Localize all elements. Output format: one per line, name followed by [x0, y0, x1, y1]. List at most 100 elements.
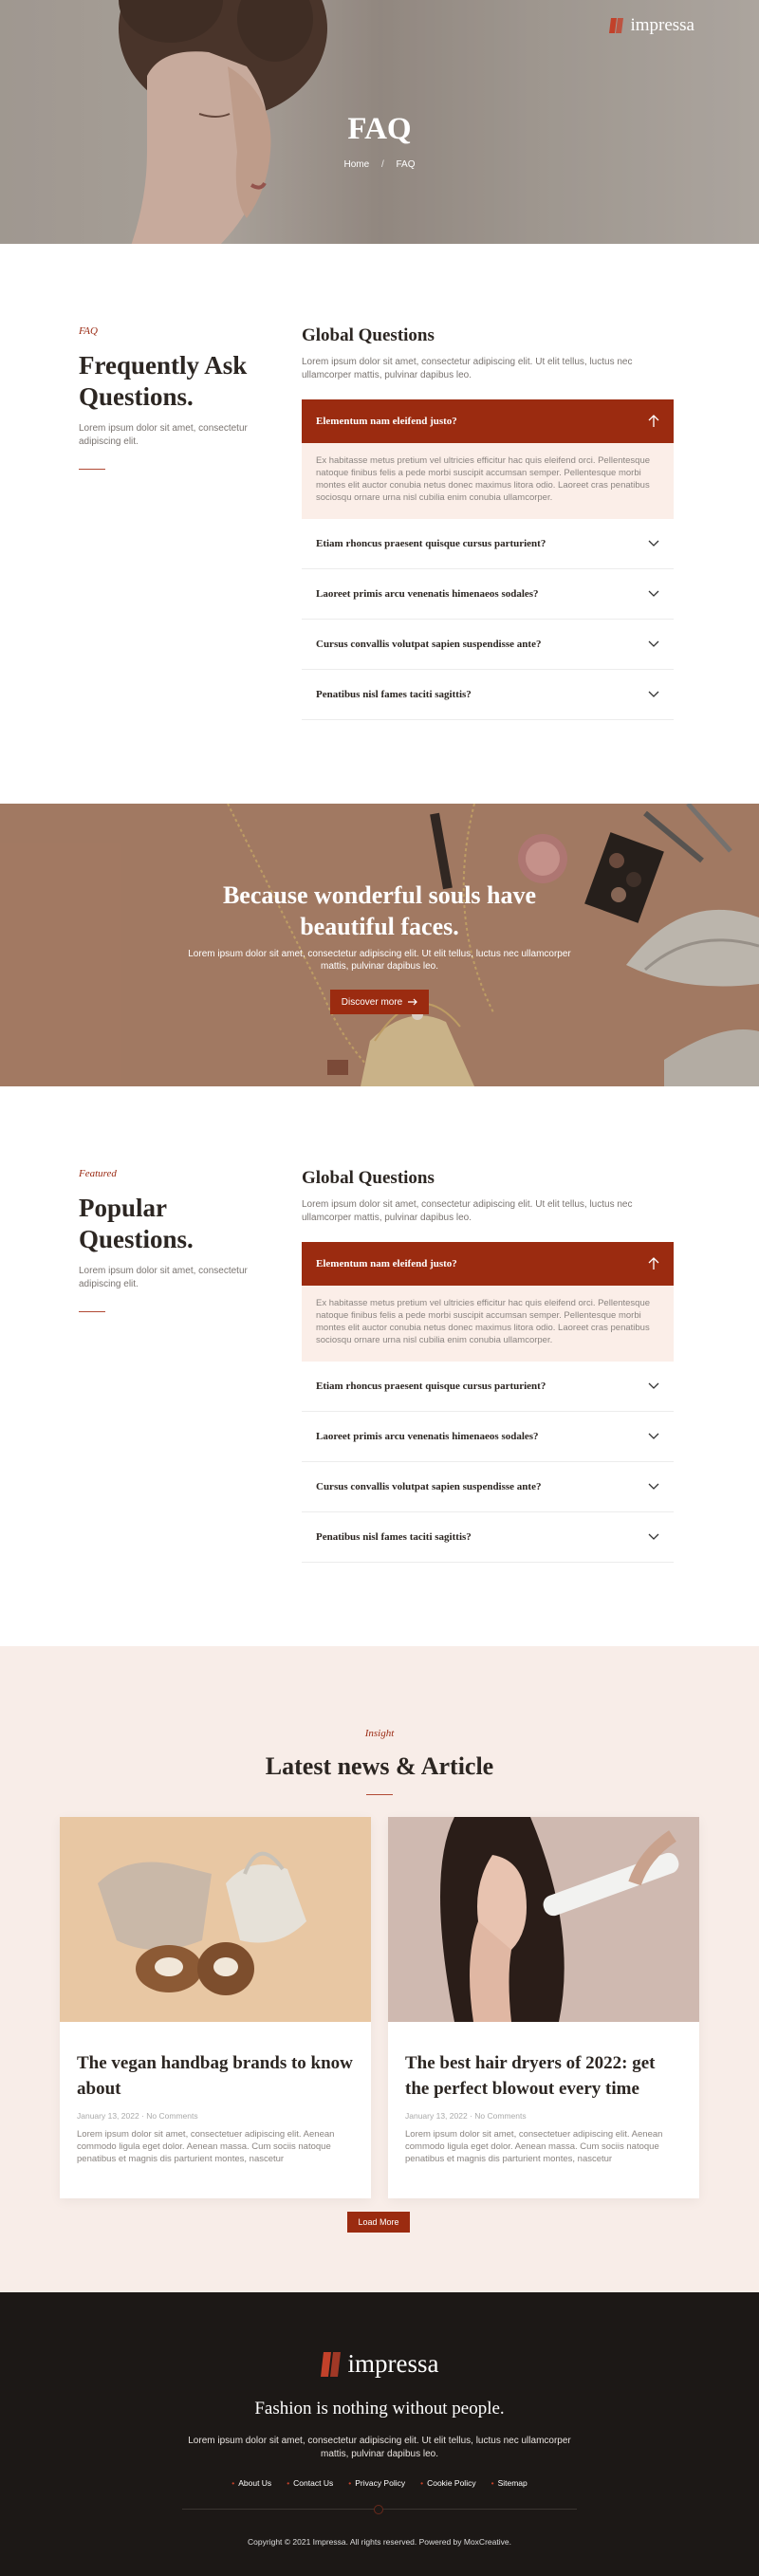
faq-intro-text: Lorem ipsum dolor sit amet, consectetur …	[79, 1266, 248, 1289]
news-card-title[interactable]: The vegan handbag brands to know about	[60, 2022, 371, 2102]
faq-accordion: Global Questions Lorem ipsum dolor sit a…	[302, 325, 674, 720]
page-title: FAQ	[347, 112, 412, 146]
faq-section: FAQ Frequently Ask Questions. Lorem ipsu…	[0, 244, 759, 804]
breadcrumb: Home / FAQ	[0, 159, 759, 170]
footer-logo-text: impressa	[347, 2349, 439, 2378]
cosmetics-background-image	[0, 804, 759, 1086]
faq-item[interactable]: Laoreet primis arcu venenatis himenaeos …	[302, 569, 674, 620]
header-logo-text: impressa	[630, 15, 694, 35]
hair-dryer-photo	[388, 1817, 699, 2022]
faq-question: Laoreet primis arcu venenatis himenaeos …	[316, 1431, 539, 1442]
news-card-date: January 13, 2022	[77, 2111, 139, 2121]
faq-question: Cursus convallis volutpat sapien suspend…	[316, 1481, 542, 1492]
news-card-excerpt: Lorem ipsum dolor sit amet, consectetuer…	[405, 2129, 663, 2164]
site-footer: impressa Fashion is nothing without peop…	[0, 2292, 759, 2576]
faq-panel-description: Lorem ipsum dolor sit amet, consectetur …	[302, 357, 633, 380]
news-card[interactable]: The best hair dryers of 2022: get the pe…	[388, 1817, 699, 2198]
faq-panel-title: Global Questions	[302, 1168, 435, 1188]
faq-divider	[79, 469, 105, 470]
hero-section: impressa FAQ Home / FAQ	[0, 0, 759, 244]
news-card-comments[interactable]: No Comments	[146, 2111, 197, 2121]
discover-more-button[interactable]: Discover more	[330, 990, 429, 1014]
chevron-down-icon	[648, 640, 659, 647]
footer-link-label: Contact Us	[293, 2478, 334, 2488]
faq-question: Penatibus nisl fames taciti sagittis?	[316, 1531, 472, 1543]
faq-question: Cursus convallis volutpat sapien suspend…	[316, 639, 542, 650]
chevron-down-icon	[648, 1533, 659, 1540]
news-card-excerpt: Lorem ipsum dolor sit amet, consectetuer…	[77, 2129, 335, 2164]
cta-banner: Because wonderful souls have beautiful f…	[0, 804, 759, 1086]
footer-link-label: About Us	[238, 2478, 272, 2488]
faq-item[interactable]: Penatibus nisl fames taciti sagittis?	[302, 670, 674, 720]
chevron-down-icon	[648, 1483, 659, 1490]
breadcrumb-current: FAQ	[396, 159, 416, 170]
news-eyebrow: Insight	[364, 1728, 395, 1739]
arrow-up-icon	[648, 415, 659, 427]
copyright-text: Copyright © 2021 Impressa. All rights re…	[248, 2537, 511, 2547]
faq-eyebrow: FAQ	[79, 325, 98, 337]
chevron-down-icon	[648, 1382, 659, 1389]
load-more-button[interactable]: Load More	[347, 2212, 410, 2233]
arrow-right-icon	[408, 998, 418, 1006]
faq-item[interactable]: Etiam rhoncus praesent quisque cursus pa…	[302, 1362, 674, 1412]
faq-intro-text: Lorem ipsum dolor sit amet, consectetur …	[79, 423, 248, 447]
footer-link-label: Sitemap	[497, 2478, 528, 2488]
faq-panel-title: Global Questions	[302, 325, 435, 345]
discover-more-label: Discover more	[341, 996, 403, 1008]
impressa-logo-icon	[609, 18, 624, 33]
faq-item-open[interactable]: Elementum nam eleifend justo?	[302, 1242, 674, 1286]
footer-link-privacy[interactable]: • Privacy Policy	[348, 2478, 405, 2488]
faq-heading: Popular Questions.	[79, 1194, 194, 1253]
footer-link-contact[interactable]: • Contact Us	[287, 2478, 333, 2488]
handbag-photo	[60, 1817, 371, 2022]
faq-question: Etiam rhoncus praesent quisque cursus pa…	[316, 1381, 546, 1392]
faq-question: Elementum nam eleifend justo?	[316, 1258, 457, 1269]
faq-item[interactable]: Cursus convallis volutpat sapien suspend…	[302, 1462, 674, 1512]
faq-item-open[interactable]: Elementum nam eleifend justo?	[302, 399, 674, 443]
faq-item[interactable]: Penatibus nisl fames taciti sagittis?	[302, 1512, 674, 1563]
footer-divider-ornament	[374, 2505, 383, 2514]
footer-text: Lorem ipsum dolor sit amet, consectetur …	[188, 2436, 571, 2459]
footer-link-label: Cookie Policy	[427, 2478, 476, 2488]
news-card-meta: January 13, 2022 · No Comments	[405, 2111, 527, 2121]
news-card-date: January 13, 2022	[405, 2111, 468, 2121]
news-card-comments[interactable]: No Comments	[474, 2111, 526, 2121]
footer-nav: • About Us • Contact Us • Privacy Policy • C…	[0, 2478, 759, 2488]
breadcrumb-home-link[interactable]: Home	[343, 159, 369, 170]
arrow-up-icon	[648, 1257, 659, 1269]
faq-question: Etiam rhoncus praesent quisque cursus pa…	[316, 538, 546, 549]
footer-link-sitemap[interactable]: • Sitemap	[491, 2478, 528, 2488]
footer-tagline: Fashion is nothing without people.	[254, 2399, 505, 2418]
impressa-logo-icon	[320, 2351, 341, 2377]
chevron-down-icon	[648, 590, 659, 597]
faq-eyebrow: Featured	[79, 1168, 117, 1179]
faq-question: Laoreet primis arcu venenatis himenaeos …	[316, 588, 539, 600]
footer-link-cookie[interactable]: • Cookie Policy	[420, 2478, 475, 2488]
news-heading: Latest news & Article	[265, 1752, 494, 1780]
faq-item[interactable]: Cursus convallis volutpat sapien suspend…	[302, 620, 674, 670]
faq-answer: Ex habitasse metus pretium vel ultricies…	[302, 443, 674, 519]
cta-text: Lorem ipsum dolor sit amet, consectetur …	[188, 949, 571, 972]
news-card-image[interactable]	[60, 1817, 371, 2022]
footer-logo[interactable]: impressa	[0, 2349, 759, 2379]
news-section: Insight Latest news & Article The vegan …	[0, 1646, 759, 2292]
news-card-image[interactable]	[388, 1817, 699, 2022]
cta-title: Because wonderful souls have beautiful f…	[222, 881, 537, 940]
chevron-down-icon	[648, 1433, 659, 1439]
faq-question: Elementum nam eleifend justo?	[316, 416, 457, 427]
header-logo[interactable]: impressa	[609, 15, 694, 36]
faq-question: Penatibus nisl fames taciti sagittis?	[316, 689, 472, 700]
faq-item[interactable]: Laoreet primis arcu venenatis himenaeos …	[302, 1412, 674, 1462]
faq-panel-description: Lorem ipsum dolor sit amet, consectetur …	[302, 1199, 633, 1223]
news-card-title[interactable]: The best hair dryers of 2022: get the pe…	[388, 2022, 699, 2102]
news-card[interactable]: The vegan handbag brands to know about J…	[60, 1817, 371, 2198]
chevron-down-icon	[648, 691, 659, 697]
chevron-down-icon	[648, 540, 659, 547]
breadcrumb-separator: /	[380, 159, 384, 170]
popular-faq-section: Featured Popular Questions. Lorem ipsum …	[0, 1086, 759, 1646]
news-card-meta: January 13, 2022 · No Comments	[77, 2111, 198, 2121]
footer-link-about[interactable]: • About Us	[231, 2478, 271, 2488]
footer-link-label: Privacy Policy	[355, 2478, 406, 2488]
faq-divider	[79, 1311, 105, 1312]
faq-item[interactable]: Etiam rhoncus praesent quisque cursus pa…	[302, 519, 674, 569]
